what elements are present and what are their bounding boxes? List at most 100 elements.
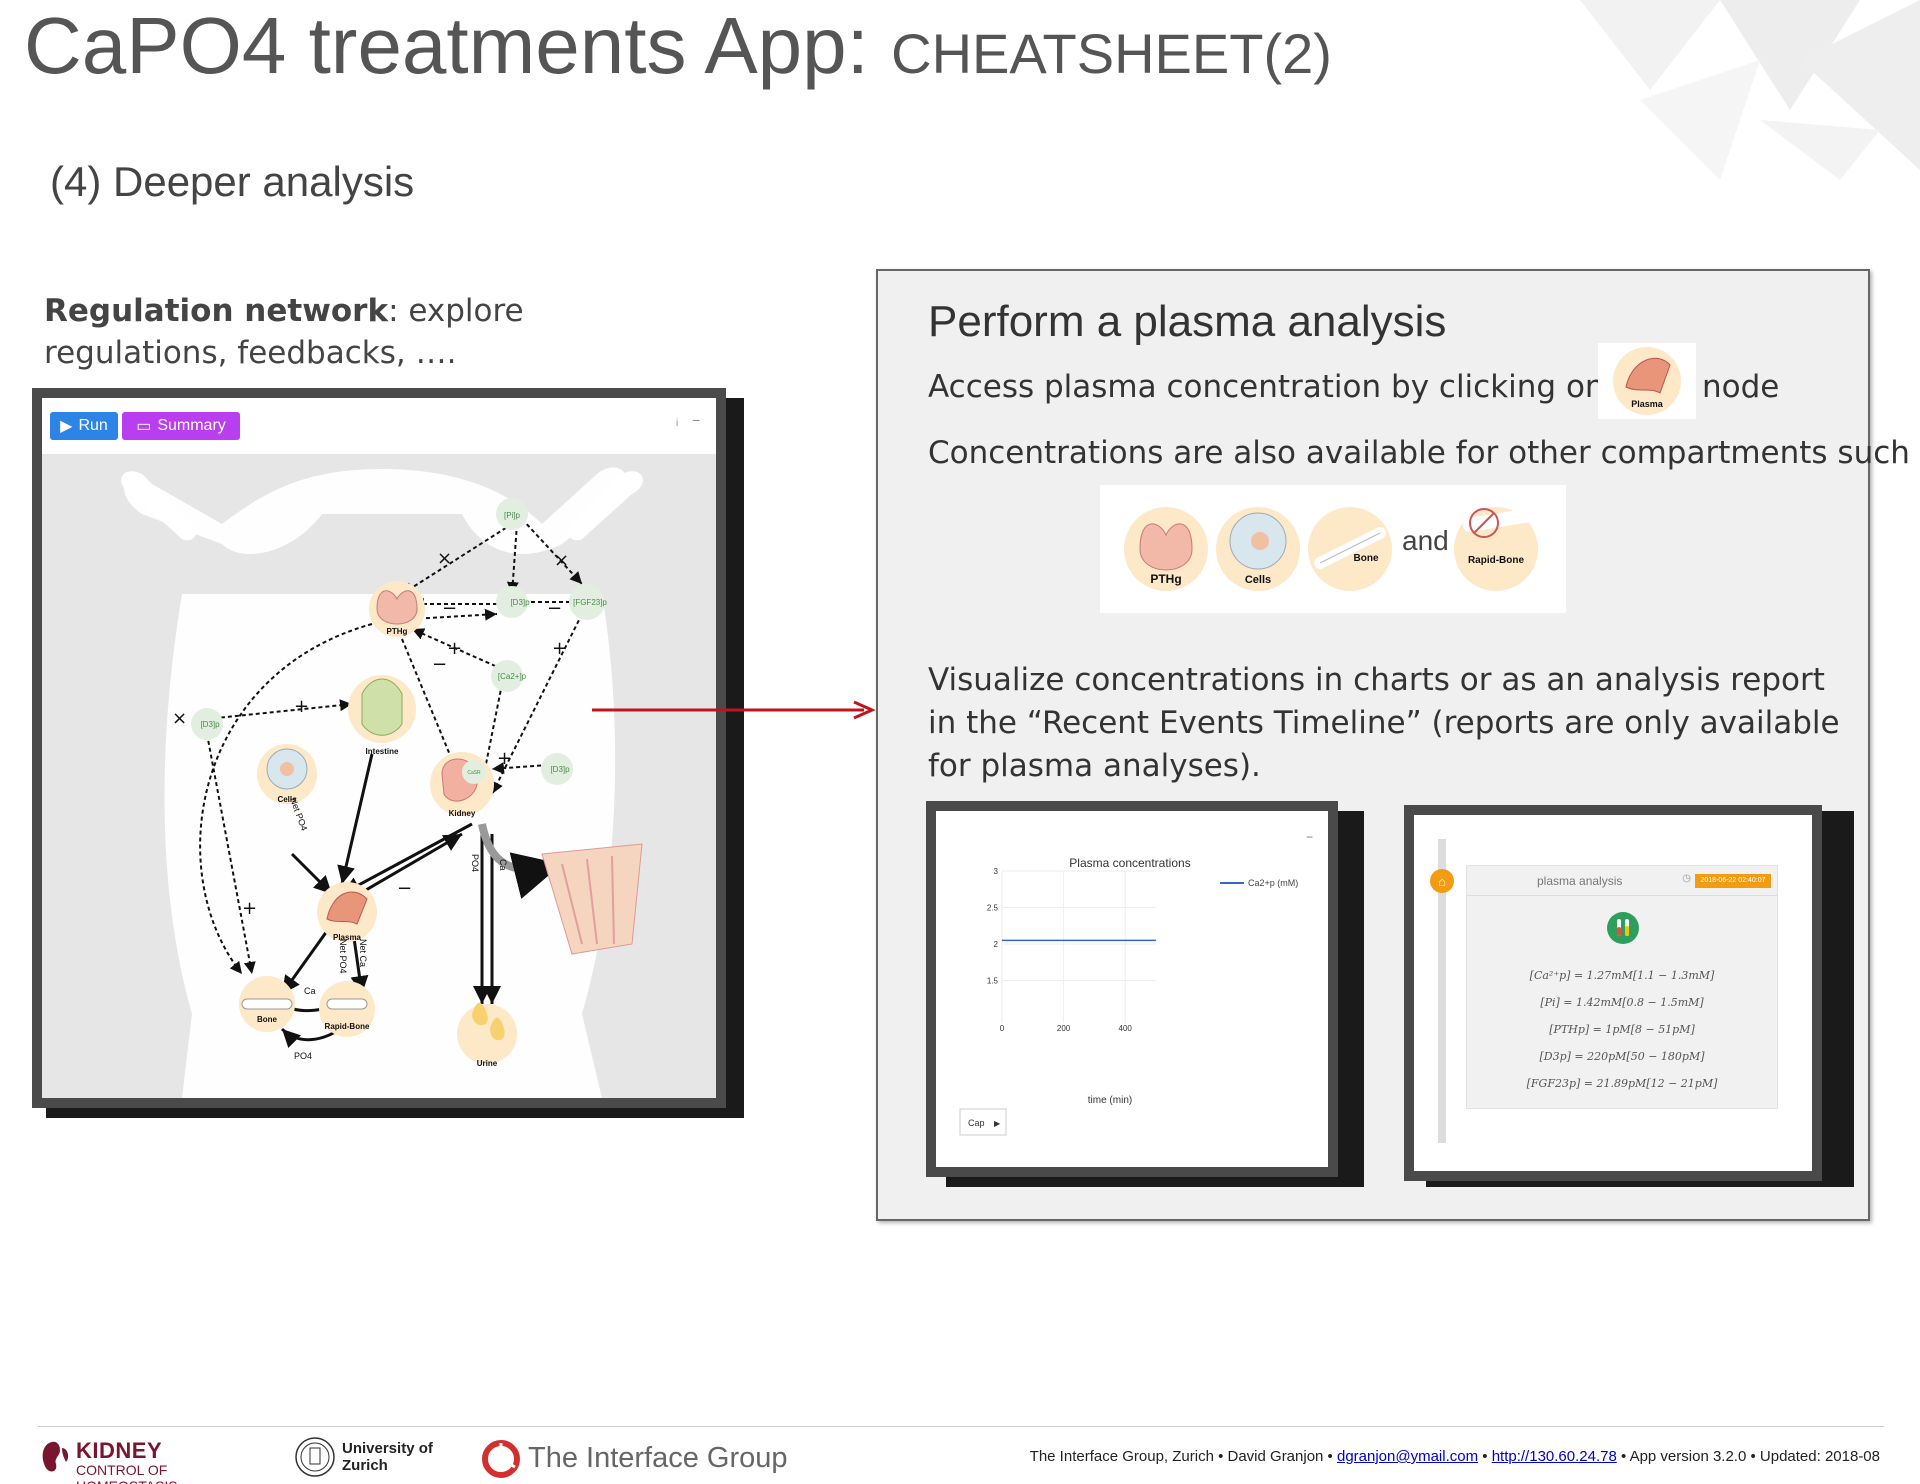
info-icon[interactable]: ᵢ: [676, 412, 678, 428]
chart-y-tick: 2.5: [987, 904, 999, 913]
chart-grid: [1001, 870, 1156, 1023]
timeline-event-icon[interactable]: ⌂: [1430, 869, 1454, 893]
panel-line-1-end: node: [1702, 369, 1780, 405]
section-heading: (4) Deeper analysis: [50, 158, 415, 205]
interface-group-logo: The Interface Group: [482, 1440, 802, 1480]
node-fgf23-label: [FGF23]p: [573, 598, 607, 607]
title-main: CaPO4 treatments App:: [24, 1, 869, 90]
svg-text:−: −: [442, 598, 457, 619]
svg-text:+: +: [552, 638, 567, 659]
run-button[interactable]: ▶ Run: [50, 412, 118, 440]
node-d3-left[interactable]: [D3]p: [191, 708, 223, 740]
regulation-bold: Regulation network: [44, 293, 389, 329]
comp-cells-label: Cells: [1245, 574, 1271, 586]
chart-window: Plasma concentrations − 1.5 2 2.5 3 0 200 400…: [926, 801, 1338, 1177]
run-label: Run: [78, 417, 108, 434]
panel-line-2: Concentrations are also available for ot…: [928, 435, 1920, 471]
kidney-icon: [42, 1441, 69, 1472]
comp-pthg[interactable]: PTHg: [1124, 507, 1208, 591]
svg-text:−: −: [397, 878, 412, 899]
report-header: plasma analysis ◷ 2018-06-22 02:40:07: [1467, 866, 1777, 896]
variable-select-label: Cap: [968, 1118, 985, 1128]
report-values: [Ca²⁺p] = 1.27mM[1.1 − 1.3mM] [Pi] = 1.4…: [1467, 962, 1777, 1097]
kidney-logo-title: KIDNEY: [76, 1438, 163, 1463]
chart-y-tick: 3: [994, 867, 999, 876]
comp-rapid-bone[interactable]: Rapid-Bone: [1454, 507, 1538, 591]
variable-select[interactable]: Cap ▶: [959, 1108, 1007, 1136]
node-intestine-label: Intestine: [366, 747, 399, 756]
regulation-description: Regulation network: explore regulations,…: [44, 290, 564, 374]
uzh-logo: University of Zurich: [294, 1436, 434, 1482]
node-bone-label: Bone: [257, 1015, 278, 1024]
node-rapid-bone[interactable]: Rapid-Bone: [319, 981, 375, 1037]
comp-bone[interactable]: Bone: [1308, 507, 1392, 591]
comp-rapid-bone-label: Rapid-Bone: [1468, 555, 1525, 566]
uzh-line-2: Zurich: [342, 1457, 388, 1474]
node-cells[interactable]: Cells: [257, 744, 317, 804]
node-ca-label: [Ca2+]p: [498, 672, 527, 681]
node-casr[interactable]: CaSR: [462, 760, 486, 784]
comp-cells[interactable]: Cells: [1216, 507, 1300, 591]
network-graph: × × − − + + − + × + + − [Pi]p PTHg [D3]p…: [121, 467, 643, 1098]
summary-button[interactable]: ▭ Summary: [122, 412, 240, 440]
node-d3-top-label: [D3]p: [510, 598, 530, 607]
report-line-pi: [Pi] = 1.42mM[0.8 − 1.5mM]: [1540, 996, 1704, 1009]
chart-y-ticks: 1.5 2 2.5 3: [987, 867, 999, 986]
email-link[interactable]: dgranjon@ymail.com: [1337, 1448, 1478, 1465]
compartments-and: and: [1402, 525, 1449, 556]
chart-minimize-icon[interactable]: −: [1306, 830, 1313, 844]
svg-text:×: ×: [172, 708, 187, 729]
test-tube-icon: [1607, 912, 1639, 944]
node-pi[interactable]: [Pi]p: [496, 498, 528, 530]
node-d3-right[interactable]: [D3]p: [541, 753, 573, 785]
node-plasma[interactable]: Plasma: [317, 882, 377, 942]
node-pthg-label: PTHg: [387, 627, 408, 636]
chart-xlabel: time (min): [1088, 1095, 1132, 1106]
footer-info: The Interface Group, Zurich • David Gran…: [1030, 1448, 1880, 1465]
svg-text:×: ×: [437, 548, 452, 569]
timeline-panel: ⌂ plasma analysis ◷ 2018-06-22 02:40:07 …: [1414, 815, 1812, 1171]
network-window: ▶ Run ▭ Summary ᵢ − × × − − + + − + × + …: [32, 388, 726, 1108]
node-bone[interactable]: Bone: [239, 976, 295, 1032]
report-line-ca: [Ca²⁺p] = 1.27mM[1.1 − 1.3mM]: [1529, 969, 1715, 982]
title-sub: CHEATSHEET(2): [891, 22, 1332, 85]
report-date-badge: 2018-06-22 02:40:07: [1695, 874, 1771, 888]
node-casr-label: CaSR: [467, 770, 481, 776]
node-d3-left-label: [D3]p: [200, 720, 220, 729]
compartments-strip: PTHg Cells Bone Rapid-Bone and: [1100, 485, 1566, 613]
plasma-analysis-panel: Perform a plasma analysis Access plasma …: [876, 269, 1920, 1221]
clock-icon: ◷: [1682, 873, 1691, 884]
page-title: CaPO4 treatments App: CHEATSHEET(2): [24, 0, 1332, 92]
comp-bone-label: Bone: [1354, 553, 1379, 564]
kidney-logo: KIDNEY CONTROL OF HOMEOSTASIS: [38, 1436, 258, 1484]
edge-label-po4-bone: PO4: [294, 1051, 312, 1061]
plasma-node-image[interactable]: Plasma: [1598, 343, 1696, 419]
analysis-report-card[interactable]: plasma analysis ◷ 2018-06-22 02:40:07 [C…: [1466, 865, 1778, 1109]
plasma-chart: Plasma concentrations − 1.5 2 2.5 3 0 200 400…: [959, 830, 1313, 1136]
legend-label[interactable]: Ca2+p (mM): [1248, 878, 1298, 888]
svg-text:−: −: [432, 654, 447, 675]
footer-sep: •: [1478, 1448, 1492, 1465]
node-urine-label: Urine: [477, 1059, 498, 1068]
node-pthg[interactable]: PTHg: [369, 581, 425, 637]
app-url-link[interactable]: http://130.60.24.78: [1492, 1448, 1617, 1465]
uzh-line-1: University of: [342, 1440, 433, 1457]
minimize-icon[interactable]: −: [692, 412, 700, 428]
panel-line-3: Visualize concentrations in charts or as…: [928, 662, 1840, 784]
report-title: plasma analysis: [1537, 874, 1623, 888]
edge-label-ca-bone: Ca: [304, 986, 316, 996]
svg-text:+: +: [497, 748, 512, 769]
edge-label-net-po4-bone: Net PO4: [338, 939, 348, 974]
node-rapid-bone-label: Rapid-Bone: [325, 1022, 370, 1031]
select-arrow-icon: ▶: [994, 1119, 1001, 1128]
node-d3-right-label: [D3]p: [550, 765, 570, 774]
edge-label-ca-urine: Ca: [498, 859, 508, 871]
footer-divider: [38, 1426, 1884, 1427]
report-line-pth: [PTHp] = 1pM[8 − 51pM]: [1549, 1023, 1695, 1036]
report-line-d3: [D3p] = 220pM[50 − 180pM]: [1539, 1050, 1705, 1063]
edge-label-po4-urine: PO4: [470, 854, 480, 872]
node-kidney-label: Kidney: [449, 809, 476, 818]
network-canvas: ▶ Run ▭ Summary ᵢ − × × − − + + − + × + …: [42, 398, 716, 1098]
chart-title: Plasma concentrations: [1069, 856, 1190, 870]
panel-line-1: Access plasma concentration by clicking …: [928, 369, 1666, 405]
